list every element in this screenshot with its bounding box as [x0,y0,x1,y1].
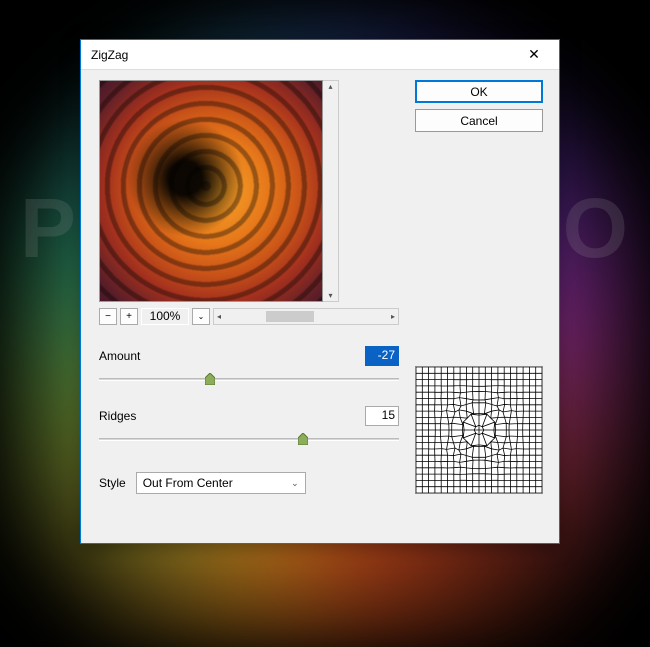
chevron-down-icon: ⌄ [198,312,205,321]
preview-area: ▴ ▾ [99,80,399,302]
ridges-input[interactable]: 15 [365,406,399,426]
zoom-out-button[interactable]: − [99,308,117,325]
scroll-left-icon[interactable]: ◂ [217,312,221,321]
amount-label: Amount [99,349,169,363]
ridges-slider[interactable] [99,432,399,446]
amount-input[interactable]: -27 [365,346,399,366]
distortion-grid-preview [415,366,543,494]
zoom-dropdown[interactable]: ⌄ [192,308,210,325]
scroll-up-icon[interactable]: ▴ [328,82,332,91]
scroll-right-icon[interactable]: ▸ [391,312,395,321]
hscroll-thumb[interactable] [266,311,314,322]
amount-rail [99,378,399,381]
zigzag-dialog: ZigZag ✕ ▴ ▾ − + 100% ⌄ [80,39,560,544]
scroll-down-icon[interactable]: ▾ [328,291,332,300]
close-icon: ✕ [528,46,540,63]
chevron-down-icon: ⌄ [291,478,299,489]
style-value: Out From Center [143,476,233,490]
zoom-in-button[interactable]: + [120,308,138,325]
ridges-knob[interactable] [298,433,308,445]
preview-viewport[interactable] [99,80,323,302]
ok-button[interactable]: OK [415,80,543,103]
zoom-value: 100% [141,308,189,325]
cancel-button[interactable]: Cancel [415,109,543,132]
preview-vscrollbar[interactable]: ▴ ▾ [323,80,339,302]
close-button[interactable]: ✕ [511,40,557,69]
dialog-title: ZigZag [91,48,511,62]
ridges-rail [99,438,399,441]
style-label: Style [99,476,126,490]
amount-knob[interactable] [205,373,215,385]
preview-image [99,80,323,302]
preview-hscrollbar[interactable]: ◂ ▸ [213,308,399,325]
ridges-label: Ridges [99,409,169,423]
titlebar: ZigZag ✕ [81,40,559,70]
style-select[interactable]: Out From Center ⌄ [136,472,306,494]
amount-slider[interactable] [99,372,399,386]
